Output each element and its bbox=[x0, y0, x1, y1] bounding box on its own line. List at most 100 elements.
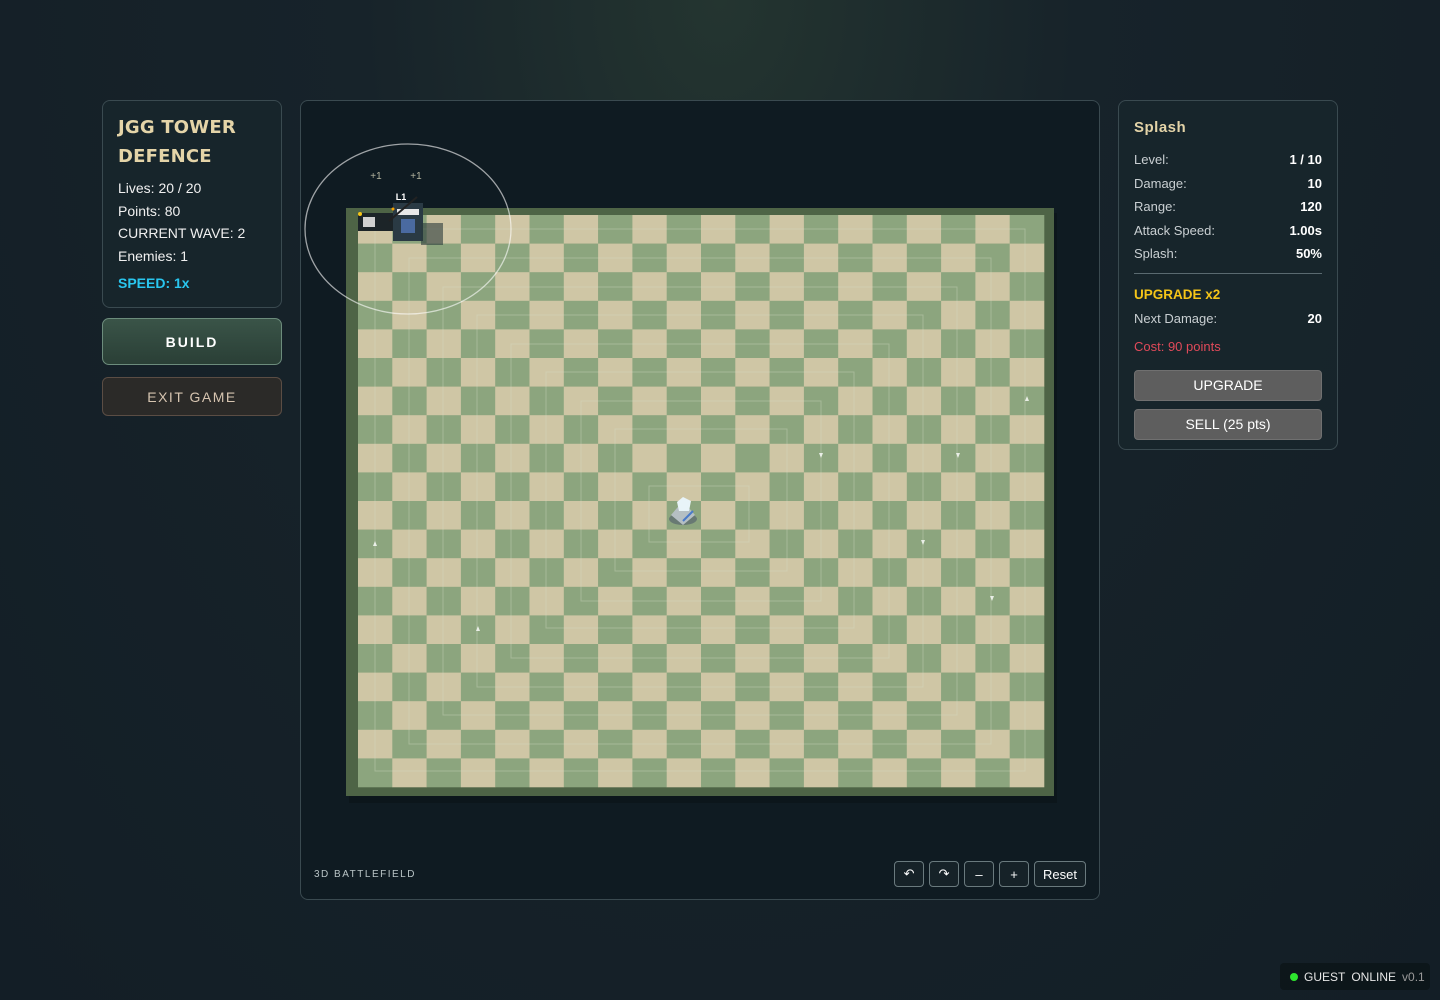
board-tile[interactable] bbox=[872, 586, 908, 616]
reset-view-button[interactable]: Reset bbox=[1034, 861, 1086, 887]
board-tile[interactable] bbox=[495, 586, 530, 616]
board-tile[interactable] bbox=[495, 529, 530, 559]
board-tile[interactable] bbox=[769, 758, 805, 788]
board-tile[interactable] bbox=[838, 386, 873, 416]
board-tile[interactable] bbox=[872, 358, 908, 387]
board-tile[interactable] bbox=[941, 615, 976, 645]
board-tile[interactable] bbox=[975, 443, 1010, 473]
board-tile[interactable] bbox=[872, 443, 908, 473]
upgrade-button[interactable]: UPGRADE bbox=[1134, 369, 1322, 401]
board-tile[interactable] bbox=[975, 644, 1010, 673]
board-tile[interactable] bbox=[735, 701, 770, 731]
board-tile[interactable] bbox=[838, 701, 873, 731]
board-tile[interactable] bbox=[460, 472, 496, 502]
board-tile[interactable] bbox=[701, 615, 736, 645]
board-tile[interactable] bbox=[872, 415, 908, 445]
board-tile[interactable] bbox=[701, 758, 736, 788]
board-tile[interactable] bbox=[906, 701, 942, 731]
board-tile[interactable] bbox=[941, 386, 976, 416]
board-tile[interactable] bbox=[906, 615, 942, 645]
board-tile[interactable] bbox=[460, 329, 496, 359]
board-tile[interactable] bbox=[975, 672, 1010, 702]
board-tile[interactable] bbox=[632, 443, 667, 473]
board-tile[interactable] bbox=[529, 529, 565, 559]
board-tile[interactable] bbox=[735, 501, 770, 530]
board-tile[interactable] bbox=[495, 443, 530, 473]
board-tile[interactable] bbox=[975, 586, 1010, 616]
board-tile[interactable] bbox=[803, 758, 839, 788]
build-button[interactable]: BUILD bbox=[102, 318, 282, 365]
board-tile[interactable] bbox=[906, 758, 942, 788]
board-tile[interactable] bbox=[1009, 443, 1045, 473]
board-tile[interactable] bbox=[426, 329, 462, 359]
board-tile[interactable] bbox=[1009, 558, 1045, 588]
board-tile[interactable] bbox=[701, 701, 736, 731]
board-tile[interactable] bbox=[495, 415, 530, 445]
board-tile[interactable] bbox=[426, 501, 462, 530]
board-tile[interactable] bbox=[426, 672, 462, 702]
board-tile[interactable] bbox=[872, 701, 908, 731]
zoom-in-button[interactable]: + bbox=[999, 861, 1030, 887]
board-tile[interactable] bbox=[495, 615, 530, 645]
board-tile[interactable] bbox=[632, 558, 667, 588]
board-tile[interactable] bbox=[872, 501, 908, 530]
board-tile[interactable] bbox=[426, 472, 462, 502]
board-tile[interactable] bbox=[495, 386, 530, 416]
board-tile[interactable] bbox=[666, 415, 702, 445]
board-tile[interactable] bbox=[906, 415, 942, 445]
board-tile[interactable] bbox=[975, 300, 1010, 330]
board-tile[interactable] bbox=[426, 586, 462, 616]
board-tile[interactable] bbox=[598, 701, 633, 731]
board-tile[interactable] bbox=[1009, 386, 1045, 416]
board-tile[interactable] bbox=[838, 586, 873, 616]
board-tile[interactable] bbox=[906, 586, 942, 616]
board-tile[interactable] bbox=[460, 701, 496, 731]
board-tile[interactable] bbox=[495, 358, 530, 387]
board-tile[interactable] bbox=[529, 443, 565, 473]
board-tile[interactable] bbox=[735, 758, 770, 788]
board-tile[interactable] bbox=[838, 443, 873, 473]
board-tile[interactable] bbox=[1009, 529, 1045, 559]
board-tile[interactable] bbox=[941, 300, 976, 330]
board-tile[interactable] bbox=[495, 701, 530, 731]
board-tile[interactable] bbox=[735, 472, 770, 502]
board-tile[interactable] bbox=[769, 701, 805, 731]
board-tile[interactable] bbox=[1009, 615, 1045, 645]
board-tile[interactable] bbox=[872, 615, 908, 645]
board-tile[interactable] bbox=[906, 644, 942, 673]
board-tile[interactable] bbox=[975, 501, 1010, 530]
board-tile[interactable] bbox=[735, 415, 770, 445]
board-tile[interactable] bbox=[735, 529, 770, 559]
board-tile[interactable] bbox=[426, 758, 462, 788]
board-tile[interactable] bbox=[838, 501, 873, 530]
board-tile[interactable] bbox=[460, 386, 496, 416]
board-tile[interactable] bbox=[392, 529, 427, 559]
board-tile[interactable] bbox=[906, 443, 942, 473]
board-tile[interactable] bbox=[563, 615, 599, 645]
board-tile[interactable] bbox=[666, 701, 702, 731]
board-tile[interactable] bbox=[392, 615, 427, 645]
board-tile[interactable] bbox=[975, 758, 1010, 788]
board-tile[interactable] bbox=[632, 415, 667, 445]
board-tile[interactable] bbox=[495, 758, 530, 788]
board-tile[interactable] bbox=[906, 472, 942, 502]
board-tile[interactable] bbox=[426, 386, 462, 416]
board-tile[interactable] bbox=[666, 443, 702, 473]
board-tile[interactable] bbox=[495, 472, 530, 502]
board-tile[interactable] bbox=[838, 415, 873, 445]
board-tile[interactable] bbox=[906, 386, 942, 416]
board-tile[interactable] bbox=[941, 586, 976, 616]
board-tile[interactable] bbox=[392, 586, 427, 616]
board-tile[interactable] bbox=[941, 558, 976, 588]
board-tile[interactable] bbox=[975, 701, 1010, 731]
board-tile[interactable] bbox=[426, 644, 462, 673]
board-tile[interactable] bbox=[1009, 644, 1045, 673]
board-tile[interactable] bbox=[906, 329, 942, 359]
board-tile[interactable] bbox=[1009, 329, 1045, 359]
board-tile[interactable] bbox=[426, 415, 462, 445]
sell-button[interactable]: SELL (25 pts) bbox=[1134, 408, 1322, 440]
board-tile[interactable] bbox=[838, 558, 873, 588]
board-tile[interactable] bbox=[769, 615, 805, 645]
board-tile[interactable] bbox=[975, 386, 1010, 416]
board-tile[interactable] bbox=[735, 615, 770, 645]
